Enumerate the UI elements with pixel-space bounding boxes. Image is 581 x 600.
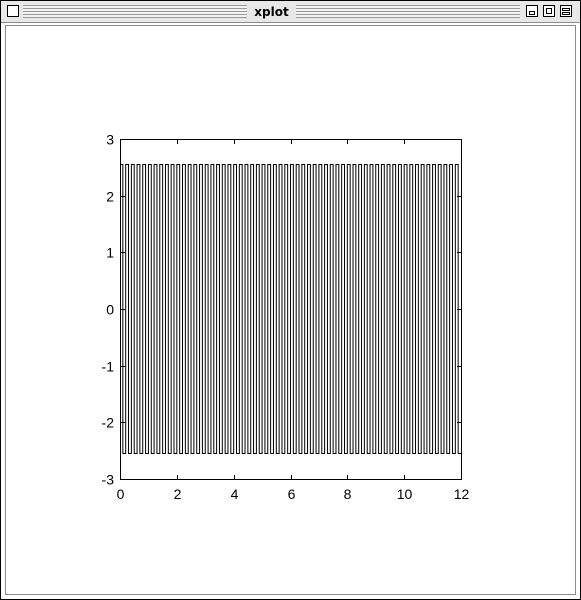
y-tick-label: 2 [106, 189, 114, 205]
y-tick-label: -2 [102, 415, 115, 431]
plot-area: 0 2 4 6 8 10 12 -3 -2 -1 0 1 2 3 [5, 25, 576, 595]
y-tick-label: -1 [102, 359, 115, 375]
shade-icon[interactable] [560, 5, 572, 17]
y-tick-label: 1 [106, 245, 114, 261]
title-stripes-right [296, 5, 520, 18]
title-stripes-left [23, 5, 247, 18]
close-icon[interactable] [7, 5, 19, 17]
x-tick-label: 2 [174, 486, 182, 502]
zoom-icon[interactable] [543, 5, 555, 17]
y-tick-label: -3 [102, 472, 115, 488]
y-tick-label: 0 [106, 302, 114, 318]
window-title: xplot [247, 4, 296, 20]
y-tick-label: 3 [106, 132, 114, 148]
minimize-icon[interactable] [526, 5, 538, 17]
x-tick-label: 4 [231, 486, 239, 502]
x-tick-labels: 0 2 4 6 8 10 12 [117, 486, 470, 502]
x-tick-label: 10 [397, 486, 413, 502]
xplot-window: xplot 0 2 4 6 8 10 12 -3 -2 -1 0 1 2 3 [0, 0, 581, 600]
x-tick-label: 0 [117, 486, 125, 502]
y-tick-labels: -3 -2 -1 0 1 2 3 [102, 132, 115, 488]
x-tick-label: 12 [454, 486, 470, 502]
title-bar[interactable]: xplot [1, 1, 580, 23]
signal-trace [120, 164, 461, 454]
x-tick-label: 6 [288, 486, 296, 502]
x-tick-label: 8 [344, 486, 352, 502]
line-chart: 0 2 4 6 8 10 12 -3-2-10123 [102, 132, 470, 503]
